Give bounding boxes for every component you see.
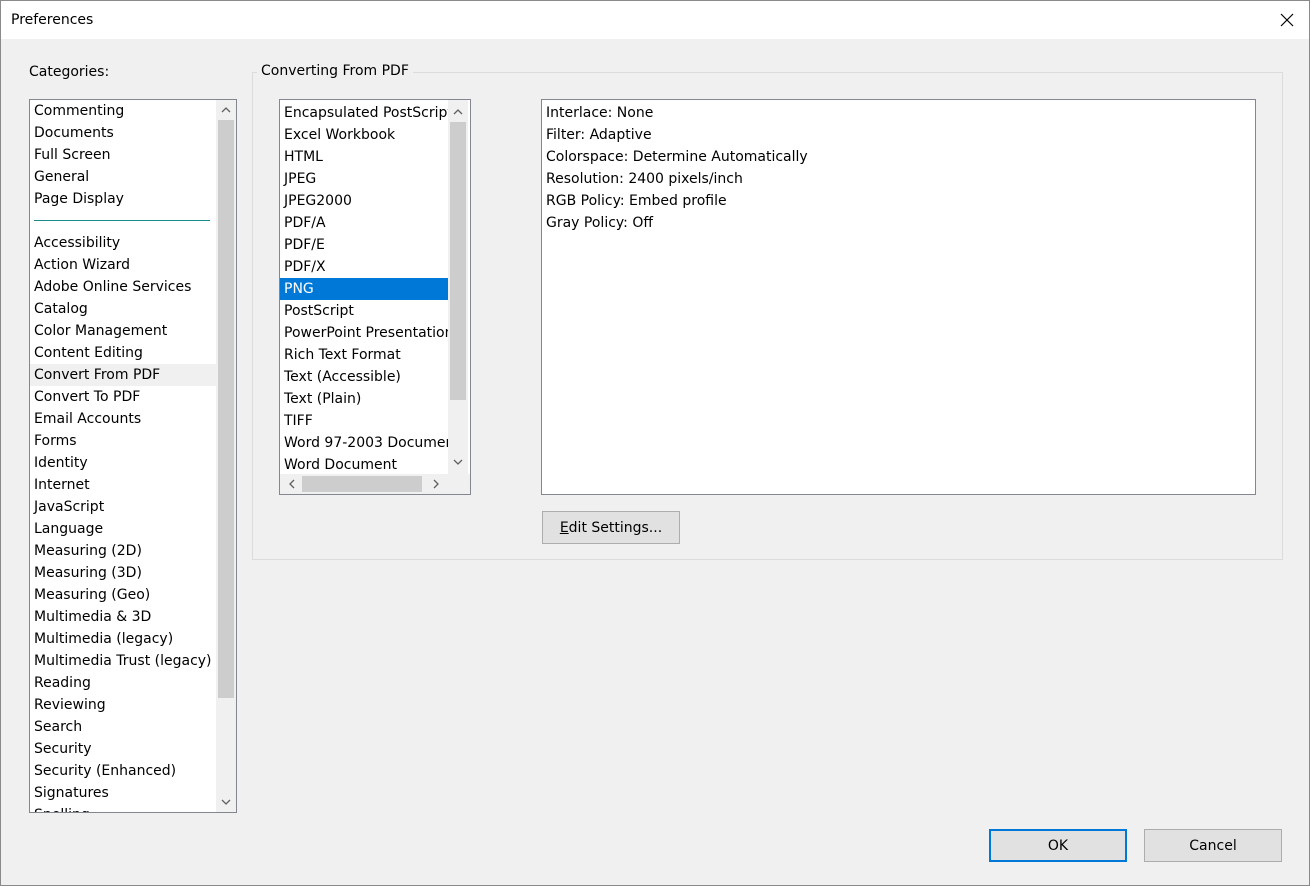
list-item-color-management[interactable]: Color Management (30, 320, 216, 342)
hscroll-thumb[interactable] (302, 476, 422, 492)
list-item-internet[interactable]: Internet (30, 474, 216, 496)
categories-separator-row (30, 210, 216, 232)
categories-label: Categories: (29, 64, 110, 80)
chevron-down-icon (221, 799, 231, 805)
chevron-up-icon (453, 109, 463, 115)
list-item-security-enhanced[interactable]: Security (Enhanced) (30, 760, 216, 782)
list-item-jpeg[interactable]: JPEG (280, 168, 448, 190)
format-list[interactable]: Encapsulated PostScript Excel Workbook HTM… (279, 99, 471, 495)
mnemonic: E (559, 519, 569, 536)
list-item-documents[interactable]: Documents (30, 122, 216, 144)
list-item-spelling[interactable]: Spelling (30, 804, 216, 812)
ok-label: OK (1047, 837, 1069, 854)
list-item-reviewing[interactable]: Reviewing (30, 694, 216, 716)
list-item-language[interactable]: Language (30, 518, 216, 540)
list-item-action-wizard[interactable]: Action Wizard (30, 254, 216, 276)
list-item-postscript[interactable]: PostScript (280, 300, 448, 322)
list-item-full-screen[interactable]: Full Screen (30, 144, 216, 166)
list-item-catalog[interactable]: Catalog (30, 298, 216, 320)
scroll-thumb[interactable] (450, 122, 466, 400)
categories-scrollbar[interactable] (216, 100, 236, 812)
list-item-convert-from-pdf[interactable]: Convert From PDF (30, 364, 216, 386)
list-item-word-97-2003-document[interactable]: Word 97-2003 Document (280, 432, 448, 454)
scroll-up-button[interactable] (448, 102, 468, 122)
list-item-page-display[interactable]: Page Display (30, 188, 216, 210)
close-icon (1280, 13, 1294, 27)
list-item-measuring-geo[interactable]: Measuring (Geo) (30, 584, 216, 606)
list-item-text-plain[interactable]: Text (Plain) (280, 388, 448, 410)
scroll-up-button[interactable] (216, 100, 236, 120)
chevron-left-icon (289, 479, 295, 489)
group-title: Converting From PDF (257, 63, 413, 79)
list-item-html[interactable]: HTML (280, 146, 448, 168)
ok-button[interactable]: OK (989, 829, 1127, 862)
edit-settings-label: dit Settings... (568, 519, 663, 536)
list-item-search[interactable]: Search (30, 716, 216, 738)
list-item-measuring-2d[interactable]: Measuring (2D) (30, 540, 216, 562)
list-item-encapsulated-postscript[interactable]: Encapsulated PostScript (280, 102, 448, 124)
list-item-signatures[interactable]: Signatures (30, 782, 216, 804)
categories-separator (34, 220, 210, 221)
list-item-commenting[interactable]: Commenting (30, 100, 216, 122)
list-item-email-accounts[interactable]: Email Accounts (30, 408, 216, 430)
list-item-general[interactable]: General (30, 166, 216, 188)
list-item-multimedia-trust-legacy[interactable]: Multimedia Trust (legacy) (30, 650, 216, 672)
list-item-excel-workbook[interactable]: Excel Workbook (280, 124, 448, 146)
list-item-accessibility[interactable]: Accessibility (30, 232, 216, 254)
detail-line: RGB Policy: Embed profile (546, 193, 727, 209)
list-item-rich-text-format[interactable]: Rich Text Format (280, 344, 448, 366)
format-vscrollbar[interactable] (448, 100, 468, 474)
list-item-measuring-3d[interactable]: Measuring (3D) (30, 562, 216, 584)
edit-settings-button[interactable]: Edit Settings... (542, 511, 680, 544)
list-item-pdf-e[interactable]: PDF/E (280, 234, 448, 256)
list-item-identity[interactable]: Identity (30, 452, 216, 474)
close-button[interactable] (1265, 1, 1309, 39)
list-item-reading[interactable]: Reading (30, 672, 216, 694)
list-item-pdf-x[interactable]: PDF/X (280, 256, 448, 278)
format-hscrollbar[interactable] (280, 474, 448, 494)
scroll-left-button[interactable] (282, 474, 302, 494)
categories-list[interactable]: Commenting Documents Full Screen General Pag… (29, 99, 237, 813)
format-items: Encapsulated PostScript Excel Workbook HTM… (280, 102, 448, 476)
list-item-pdf-a[interactable]: PDF/A (280, 212, 448, 234)
cancel-label: Cancel (1189, 837, 1237, 854)
list-item-content-editing[interactable]: Content Editing (30, 342, 216, 364)
list-item-powerpoint-presentation[interactable]: PowerPoint Presentation (280, 322, 448, 344)
list-item-png[interactable]: PNG (280, 278, 448, 300)
list-item-multimedia-legacy[interactable]: Multimedia (legacy) (30, 628, 216, 650)
cancel-button[interactable]: Cancel (1144, 829, 1282, 862)
list-item-tiff[interactable]: TIFF (280, 410, 448, 432)
list-item-word-document[interactable]: Word Document (280, 454, 448, 476)
detail-line: Resolution: 2400 pixels/inch (546, 171, 743, 187)
scroll-down-button[interactable] (216, 792, 236, 812)
chevron-right-icon (433, 479, 439, 489)
detail-line: Filter: Adaptive (546, 127, 652, 143)
list-item-jpeg2000[interactable]: JPEG2000 (280, 190, 448, 212)
list-item-adobe-online-services[interactable]: Adobe Online Services (30, 276, 216, 298)
window-title: Preferences (11, 12, 94, 28)
chevron-up-icon (221, 107, 231, 113)
categories-items: Commenting Documents Full Screen General Pag… (30, 100, 216, 812)
detail-line: Interlace: None (546, 105, 654, 121)
detail-line: Gray Policy: Off (546, 215, 654, 231)
scroll-right-button[interactable] (426, 474, 446, 494)
detail-line: Colorspace: Determine Automatically (546, 149, 808, 165)
scroll-down-button[interactable] (448, 452, 468, 472)
scroll-corner (448, 474, 470, 494)
list-item-security[interactable]: Security (30, 738, 216, 760)
list-item-forms[interactable]: Forms (30, 430, 216, 452)
chevron-down-icon (453, 459, 463, 465)
settings-details: Interlace: None Filter: Adaptive Colorspac… (541, 99, 1256, 495)
scroll-thumb[interactable] (218, 120, 234, 698)
list-item-javascript[interactable]: JavaScript (30, 496, 216, 518)
title-bar: Preferences (1, 1, 1309, 39)
preferences-dialog: Preferences Categories: Commenting Docume… (0, 0, 1310, 886)
list-item-text-accessible[interactable]: Text (Accessible) (280, 366, 448, 388)
list-item-convert-to-pdf[interactable]: Convert To PDF (30, 386, 216, 408)
list-item-multimedia-3d[interactable]: Multimedia & 3D (30, 606, 216, 628)
